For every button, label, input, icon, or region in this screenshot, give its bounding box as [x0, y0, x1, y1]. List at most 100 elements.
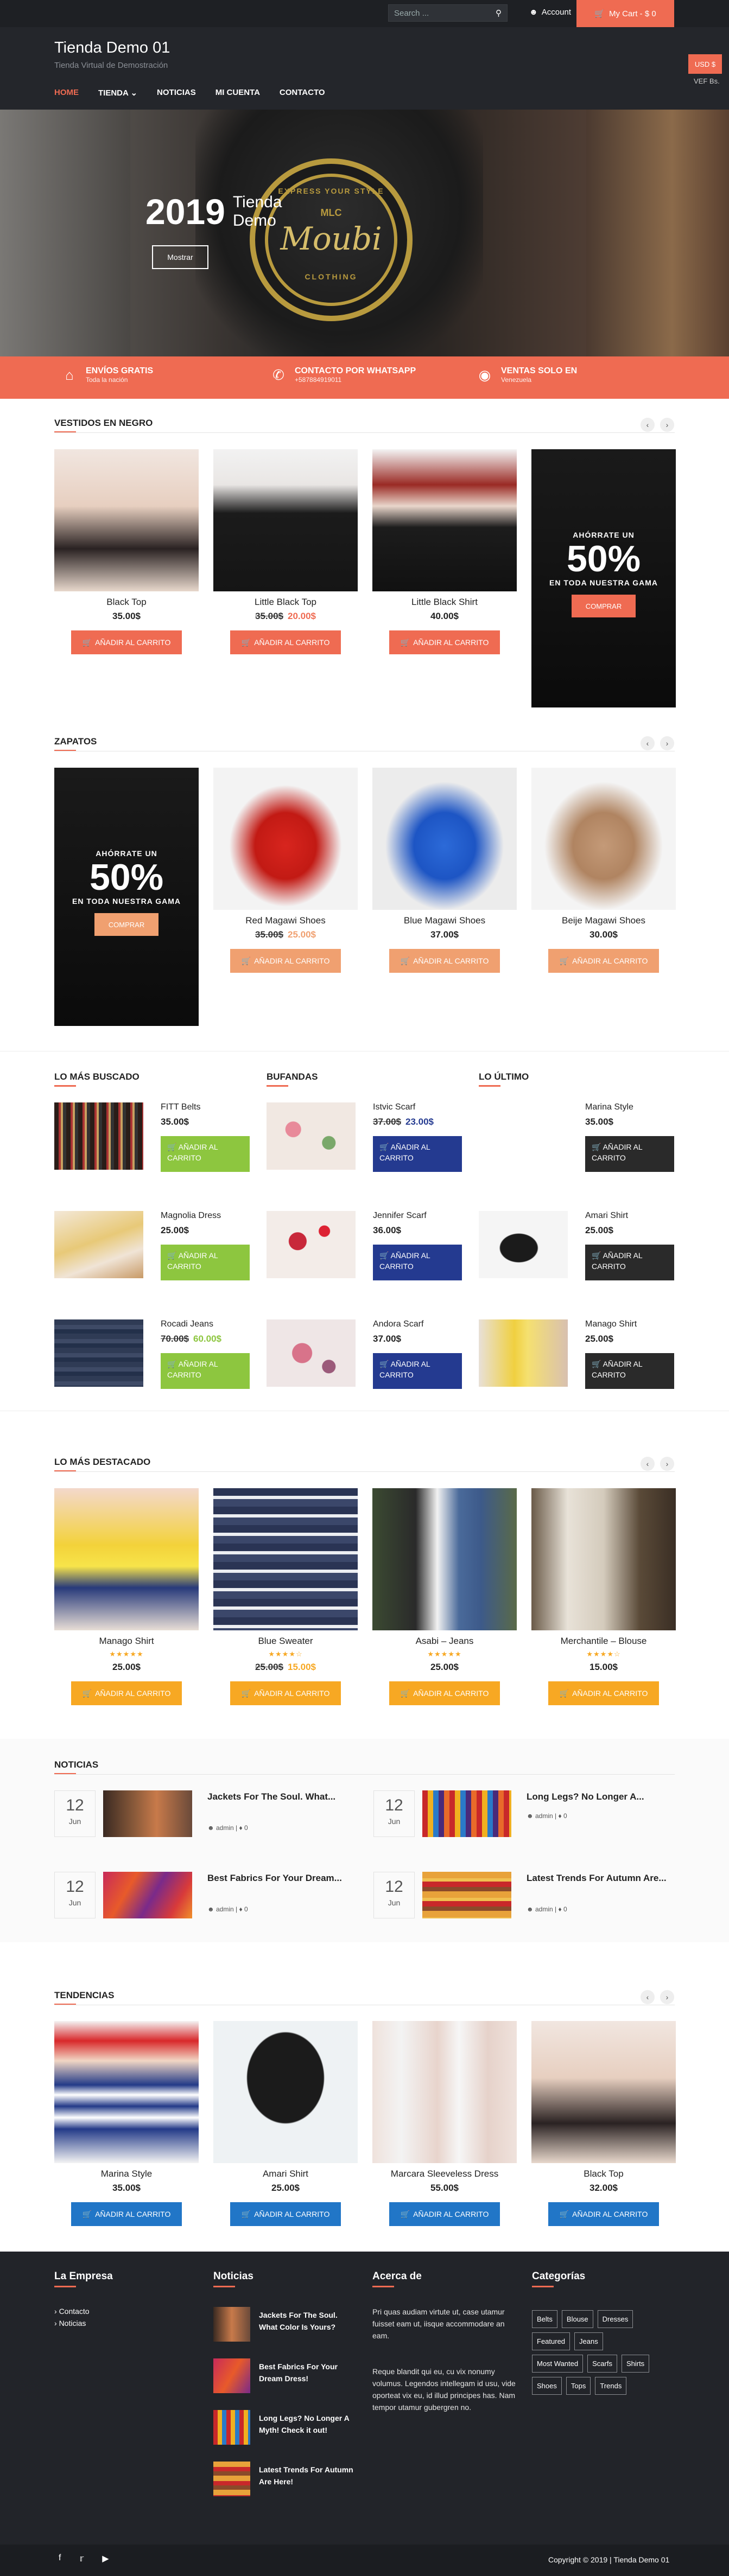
product-image[interactable] — [267, 1211, 356, 1278]
nav-home[interactable]: HOME — [54, 88, 79, 98]
product-name[interactable]: Andora Scarf — [373, 1319, 423, 1329]
tag-featured[interactable]: Featured — [532, 2332, 570, 2350]
product-name[interactable]: FITT Belts — [161, 1102, 201, 1112]
product-name[interactable]: Blue Magawi Shoes — [372, 915, 517, 926]
site-title[interactable]: Tienda Demo 01 — [54, 39, 170, 57]
product-name[interactable]: Magnolia Dress — [161, 1211, 221, 1221]
promo-buy-button[interactable]: COMPRAR — [94, 913, 159, 936]
add-to-cart-button[interactable]: 🛒 AÑADIR AL CARRITO — [389, 1681, 500, 1705]
product-name[interactable]: Marina Style — [585, 1102, 633, 1112]
footer-news-post[interactable]: Latest Trends For Autumn Are Here! — [213, 2462, 354, 2500]
footer-post-title[interactable]: Best Fabrics For Your Dream Dress! — [259, 2361, 354, 2384]
product-name[interactable]: Black Top — [54, 597, 199, 608]
chevron-left-icon[interactable]: ‹ — [641, 1457, 655, 1471]
product-image[interactable] — [372, 449, 517, 591]
promo-banner-vestidos[interactable]: AHÓRRATE UN 50% EN TODA NUESTRA GAMA COM… — [531, 449, 676, 707]
add-to-cart-button[interactable]: 🛒 AÑADIR AL CARRITO — [389, 949, 500, 973]
promo-buy-button[interactable]: COMPRAR — [572, 595, 636, 617]
product-name[interactable]: Merchantile – Blouse — [531, 1636, 676, 1647]
add-to-cart-button[interactable]: 🛒 AÑADIR AL CARRITO — [230, 2202, 341, 2226]
tag-shirts[interactable]: Shirts — [621, 2355, 650, 2373]
footer-news-post[interactable]: Best Fabrics For Your Dream Dress! — [213, 2358, 354, 2396]
news-title[interactable]: Long Legs? No Longer A... — [527, 1790, 673, 1803]
footer-link-noticias[interactable]: › Noticias — [54, 2319, 86, 2328]
product-image[interactable] — [213, 2021, 358, 2163]
add-to-cart-button[interactable]: 🛒 AÑADIR AL CARRITO — [230, 949, 341, 973]
news-author[interactable]: admin — [535, 1812, 553, 1820]
tag-trends[interactable]: Trends — [595, 2377, 627, 2395]
product-image[interactable] — [54, 1102, 143, 1170]
product-image[interactable] — [267, 1102, 356, 1170]
add-to-cart-button[interactable]: 🛒 AÑADIR AL CARRITO — [373, 1136, 462, 1172]
product-name[interactable]: Amari Shirt — [213, 2169, 358, 2179]
news-comments[interactable]: 0 — [244, 1905, 248, 1913]
hero-show-button[interactable]: Mostrar — [152, 245, 208, 269]
news-comments[interactable]: 0 — [563, 1812, 567, 1820]
product-image[interactable] — [531, 1488, 676, 1630]
product-name[interactable]: Red Magawi Shoes — [213, 915, 358, 926]
product-name[interactable]: Rocadi Jeans — [161, 1319, 213, 1329]
nav-contacto[interactable]: CONTACTO — [280, 88, 325, 98]
search-icon[interactable]: ⚲ — [496, 8, 502, 18]
news-author[interactable]: admin — [535, 1905, 553, 1913]
add-to-cart-button[interactable]: 🛒 AÑADIR AL CARRITO — [585, 1245, 674, 1280]
footer-post-title[interactable]: Jackets For The Soul. What Color Is Your… — [259, 2309, 354, 2333]
facebook-icon[interactable]: f — [59, 2553, 61, 2564]
product-name[interactable]: Black Top — [531, 2169, 676, 2179]
news-title[interactable]: Jackets For The Soul. What... — [207, 1790, 354, 1803]
tag-most-wanted[interactable]: Most Wanted — [532, 2355, 584, 2373]
news-comments[interactable]: 0 — [244, 1824, 248, 1832]
product-image[interactable] — [372, 768, 517, 910]
product-image[interactable] — [372, 1488, 517, 1630]
add-to-cart-button[interactable]: 🛒 AÑADIR AL CARRITO — [230, 1681, 341, 1705]
product-image[interactable] — [479, 1102, 568, 1170]
product-name[interactable]: Jennifer Scarf — [373, 1211, 427, 1221]
product-name[interactable]: Blue Sweater — [213, 1636, 358, 1647]
add-to-cart-button[interactable]: 🛒 AÑADIR AL CARRITO — [161, 1245, 250, 1280]
chevron-left-icon[interactable]: ‹ — [641, 1990, 655, 2004]
add-to-cart-button[interactable]: 🛒 AÑADIR AL CARRITO — [389, 630, 500, 654]
tag-scarfs[interactable]: Scarfs — [587, 2355, 617, 2373]
product-name[interactable]: Little Black Shirt — [372, 597, 517, 608]
add-to-cart-button[interactable]: 🛒 AÑADIR AL CARRITO — [389, 2202, 500, 2226]
add-to-cart-button[interactable]: 🛒 AÑADIR AL CARRITO — [585, 1136, 674, 1172]
add-to-cart-button[interactable]: 🛒 AÑADIR AL CARRITO — [373, 1245, 462, 1280]
tag-belts[interactable]: Belts — [532, 2310, 557, 2328]
add-to-cart-button[interactable]: 🛒 AÑADIR AL CARRITO — [71, 2202, 182, 2226]
add-to-cart-button[interactable]: 🛒 AÑADIR AL CARRITO — [373, 1353, 462, 1389]
news-image[interactable] — [422, 1790, 511, 1837]
add-to-cart-button[interactable]: 🛒 AÑADIR AL CARRITO — [548, 2202, 659, 2226]
news-image[interactable] — [103, 1872, 192, 1918]
search-input[interactable]: Search ... ⚲ — [388, 4, 508, 22]
product-image[interactable] — [531, 2021, 676, 2163]
product-name[interactable]: Manago Shirt — [585, 1319, 637, 1329]
product-image[interactable] — [372, 2021, 517, 2163]
product-image[interactable] — [213, 449, 358, 591]
add-to-cart-button[interactable]: 🛒 AÑADIR AL CARRITO — [585, 1353, 674, 1389]
product-image[interactable] — [54, 449, 199, 591]
youtube-icon[interactable]: ▶ — [102, 2553, 109, 2564]
nav-mi-cuenta[interactable]: MI CUENTA — [215, 88, 260, 98]
add-to-cart-button[interactable]: 🛒 AÑADIR AL CARRITO — [71, 1681, 182, 1705]
footer-link-contacto[interactable]: › Contacto — [54, 2307, 90, 2316]
footer-news-post[interactable]: Long Legs? No Longer A Myth! Check it ou… — [213, 2410, 354, 2448]
footer-post-image[interactable] — [213, 2410, 250, 2445]
product-image[interactable] — [54, 1488, 199, 1630]
product-image[interactable] — [213, 1488, 358, 1630]
add-to-cart-button[interactable]: 🛒 AÑADIR AL CARRITO — [548, 1681, 659, 1705]
product-name[interactable]: Asabi – Jeans — [372, 1636, 517, 1647]
tag-dresses[interactable]: Dresses — [597, 2310, 633, 2328]
news-title[interactable]: Best Fabrics For Your Dream... — [207, 1872, 354, 1885]
tag-blouse[interactable]: Blouse — [561, 2310, 593, 2328]
footer-news-post[interactable]: Jackets For The Soul. What Color Is Your… — [213, 2307, 354, 2345]
news-title[interactable]: Latest Trends For Autumn Are... — [527, 1872, 673, 1885]
chevron-right-icon[interactable]: › — [660, 1457, 674, 1471]
product-name[interactable]: Amari Shirt — [585, 1211, 628, 1221]
add-to-cart-button[interactable]: 🛒 AÑADIR AL CARRITO — [230, 630, 341, 654]
product-name[interactable]: Manago Shirt — [54, 1636, 199, 1647]
product-name[interactable]: Beije Magawi Shoes — [531, 915, 676, 926]
add-to-cart-button[interactable]: 🛒 AÑADIR AL CARRITO — [548, 949, 659, 973]
tag-tops[interactable]: Tops — [566, 2377, 591, 2395]
product-name[interactable]: Little Black Top — [213, 597, 358, 608]
add-to-cart-button[interactable]: 🛒 AÑADIR AL CARRITO — [71, 630, 182, 654]
